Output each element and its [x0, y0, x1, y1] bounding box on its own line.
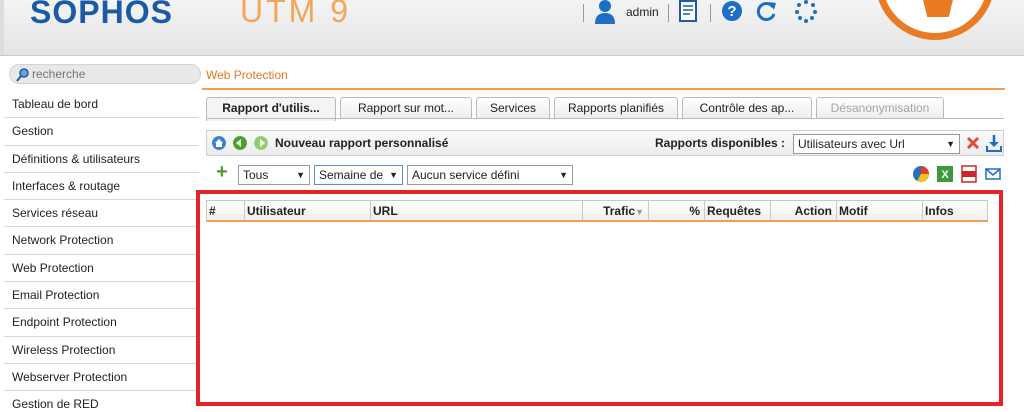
sidebar-item-web-protection[interactable]: Web Protection — [4, 253, 199, 282]
column-header-url[interactable]: URL — [371, 201, 583, 221]
home-icon[interactable] — [212, 136, 226, 150]
dropdown-arrow-icon: ▼ — [946, 139, 955, 149]
user-icon[interactable] — [594, 0, 616, 24]
svg-text:X: X — [941, 169, 949, 181]
header-separator — [668, 4, 669, 22]
email-icon[interactable] — [984, 165, 1002, 183]
help-icon[interactable]: ? — [721, 0, 743, 24]
column-header-info[interactable]: Infos — [923, 201, 989, 221]
sidebar-item-dashboard[interactable]: Tableau de bord — [4, 90, 199, 118]
sidebar-item-management[interactable]: Gestion — [4, 117, 199, 145]
tab-keyword-report[interactable]: Rapport sur mot... — [340, 97, 472, 119]
header-separator — [583, 4, 584, 22]
notes-icon[interactable] — [678, 0, 700, 24]
tab-deanonymization: Désanonymisation — [816, 97, 944, 119]
tab-scheduled-reports[interactable]: Rapports planifiés — [554, 97, 678, 119]
filter-toolbar: + Tous ▼ Semaine de ▼ Aucun service défi… — [206, 160, 1004, 188]
column-header-action[interactable]: Action — [771, 201, 837, 221]
period-select[interactable]: Semaine de ▼ — [314, 165, 403, 185]
sidebar-item-webserver-protection[interactable]: Webserver Protection — [4, 362, 199, 391]
column-header-user[interactable]: Utilisateur — [245, 201, 371, 221]
search-icon — [16, 68, 29, 82]
refresh-icon[interactable] — [756, 0, 778, 24]
sidebar-item-network-services[interactable]: Services réseau — [4, 199, 199, 227]
add-icon[interactable]: + — [216, 162, 228, 182]
dropdown-arrow-icon: ▼ — [296, 170, 305, 180]
excel-export-icon[interactable]: X — [936, 165, 954, 183]
available-reports-select[interactable]: Utilisateurs avec Url ▼ — [793, 134, 960, 154]
sophos-badge-icon — [875, 0, 995, 40]
back-icon[interactable] — [233, 136, 247, 150]
sidebar-item-network-protection[interactable]: Network Protection — [4, 226, 199, 254]
sidebar-item-wireless-protection[interactable]: Wireless Protection — [4, 335, 199, 363]
app-header: SOPHOS UTM 9 admin ? — [0, 0, 1024, 56]
sidebar-item-definitions-users[interactable]: Définitions & utilisateurs — [4, 144, 199, 172]
tabs-baseline — [206, 118, 1004, 119]
scope-select[interactable]: Tous ▼ — [238, 165, 310, 185]
dropdown-arrow-icon: ▼ — [559, 170, 568, 180]
sophos-logo: SOPHOS — [30, 0, 173, 30]
sidebar-item-email-protection[interactable]: Email Protection — [4, 281, 199, 309]
forward-icon[interactable] — [254, 136, 268, 150]
header-separator — [710, 4, 711, 22]
column-header-percent[interactable]: % — [649, 201, 705, 221]
service-select[interactable]: Aucun service défini ▼ — [407, 165, 573, 185]
highlight-frame — [196, 190, 1003, 406]
column-header-reason[interactable]: Motif — [837, 201, 923, 221]
search-input[interactable] — [32, 66, 192, 82]
available-reports-label: Rapports disponibles : — [655, 136, 786, 150]
report-title: Nouveau rapport personnalisé — [275, 136, 449, 150]
sidebar-search[interactable] — [9, 64, 201, 84]
delete-icon[interactable] — [965, 135, 981, 151]
sort-icon: ▼ — [635, 207, 644, 217]
period-value: Semaine de — [319, 168, 384, 182]
sidebar-item-endpoint-protection[interactable]: Endpoint Protection — [4, 308, 199, 336]
column-header-number[interactable]: # — [207, 201, 245, 221]
breadcrumb-divider — [202, 88, 1005, 90]
column-header-traffic[interactable]: Trafic▼ — [583, 201, 649, 221]
product-name: UTM 9 — [240, 0, 351, 29]
dropdown-arrow-icon: ▼ — [389, 170, 398, 180]
svg-text:?: ? — [727, 3, 736, 20]
sidebar-item-interfaces-routing[interactable]: Interfaces & routage — [4, 171, 199, 200]
report-toolbar: Nouveau rapport personnalisé Rapports di… — [206, 130, 1004, 156]
pdf-export-icon[interactable] — [960, 165, 978, 183]
service-value: Aucun service défini — [412, 168, 520, 182]
report-table: # Utilisateur URL Trafic▼ % Requêtes Act… — [206, 200, 988, 222]
sidebar-nav: Tableau de bord Gestion Définitions & ut… — [4, 90, 199, 412]
download-icon[interactable] — [985, 134, 1003, 152]
available-reports-value: Utilisateurs avec Url — [798, 137, 905, 151]
tab-app-control[interactable]: Contrôle des ap... — [682, 97, 812, 119]
column-header-requests[interactable]: Requêtes — [705, 201, 771, 221]
user-name[interactable]: admin — [626, 5, 659, 19]
scope-value: Tous — [243, 168, 269, 182]
breadcrumb: Web Protection — [206, 68, 288, 82]
loading-icon — [795, 0, 817, 23]
column-header-traffic-label: Trafic — [603, 204, 636, 218]
sidebar-item-red-management[interactable]: Gestion de RED — [4, 390, 199, 412]
tab-services[interactable]: Services — [476, 97, 550, 119]
chart-icon[interactable] — [912, 165, 930, 183]
